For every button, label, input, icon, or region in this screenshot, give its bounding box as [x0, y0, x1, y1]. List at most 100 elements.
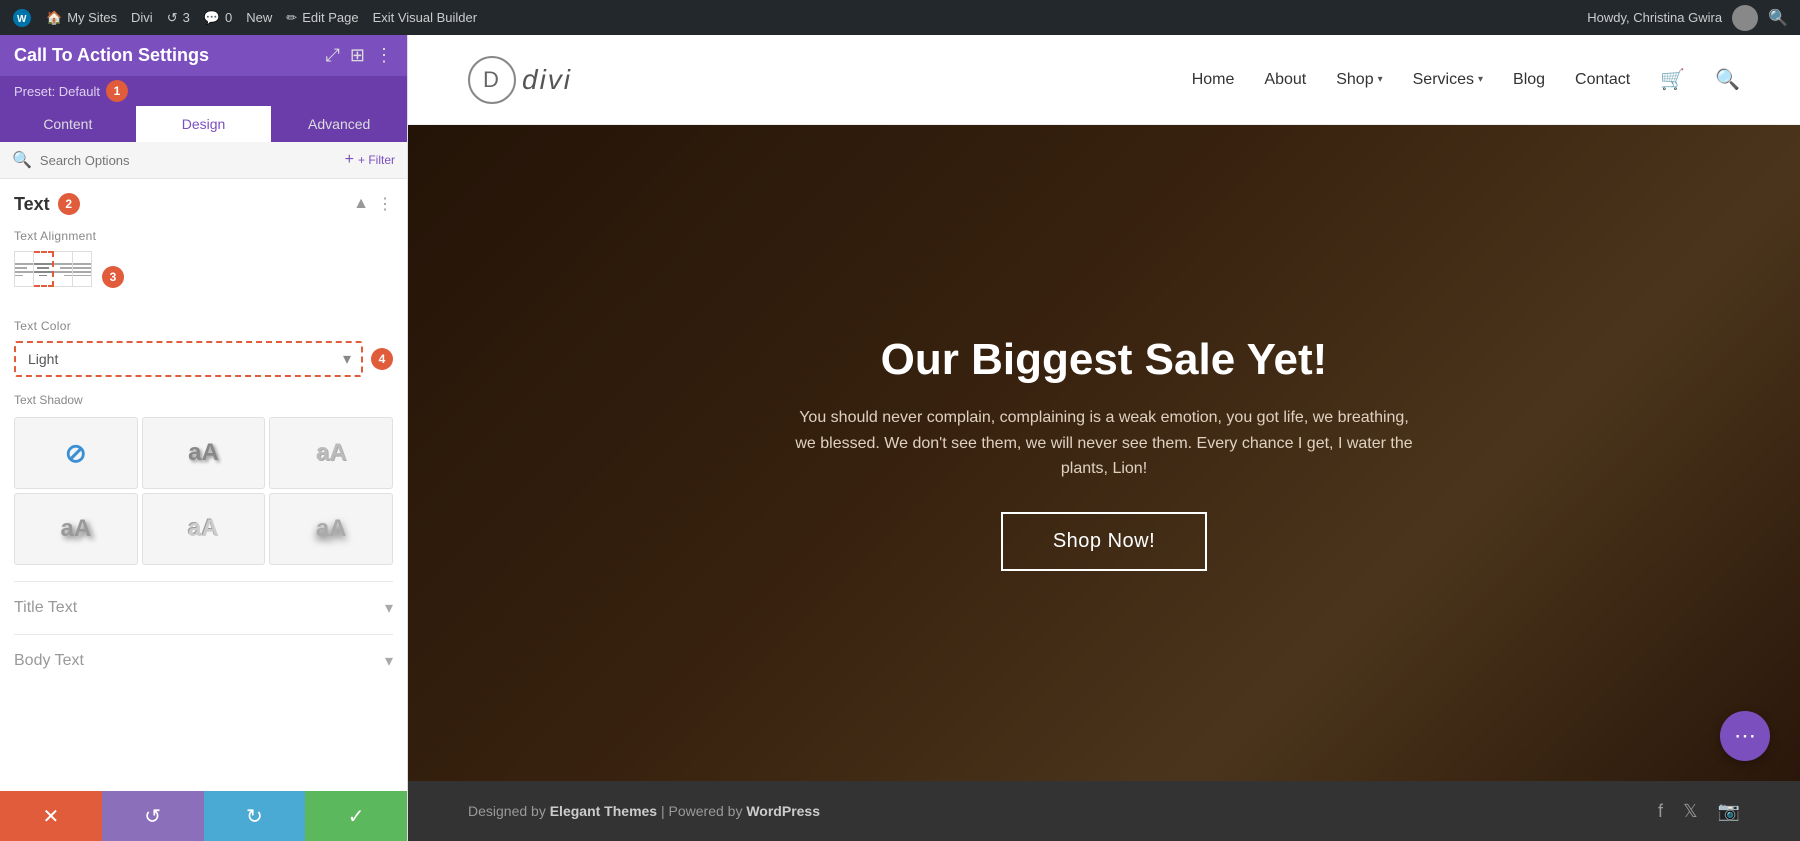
shadow-preview-1: aA [188, 439, 219, 467]
nav-services[interactable]: Services ▾ [1413, 71, 1483, 89]
home-icon: 🏠 [46, 10, 62, 26]
instagram-icon[interactable]: 📷 [1718, 801, 1740, 822]
collapse-icon[interactable]: ▲ [353, 195, 369, 213]
step-badge-1: 1 [106, 80, 128, 102]
filter-button[interactable]: + + Filter [345, 151, 395, 169]
site-preview: D divi Home About Shop ▾ Services ▾ Blog… [408, 35, 1800, 841]
shadow-style-4[interactable]: aA [142, 493, 266, 565]
shadow-style-5[interactable]: aA [269, 493, 393, 565]
tab-advanced[interactable]: Advanced [271, 106, 407, 142]
panel-body: Text 2 ▲ ⋮ Text Alignment [0, 179, 407, 791]
undo-icon: ↺ [144, 804, 161, 829]
shadow-none[interactable]: ⊘ [14, 417, 138, 489]
align-justify-button[interactable] [73, 251, 92, 287]
nav-shop[interactable]: Shop ▾ [1336, 71, 1382, 89]
floating-action-button[interactable]: ⋯ [1720, 711, 1770, 761]
facebook-icon[interactable]: f [1658, 801, 1663, 822]
comments-menu[interactable]: 💬 0 [204, 10, 232, 26]
preset-row: Preset: Default 1 [0, 76, 407, 106]
title-text-header[interactable]: Title Text ▾ [14, 598, 393, 618]
align-left-button[interactable] [14, 251, 34, 287]
nav-blog[interactable]: Blog [1513, 71, 1545, 89]
step-badge-2: 2 [58, 193, 80, 215]
search-icon: 🔍 [12, 150, 32, 170]
shop-now-button[interactable]: Shop Now! [1001, 512, 1207, 571]
updates-menu[interactable]: ↺ 3 [167, 10, 190, 26]
edit-icon: ✏ [286, 10, 297, 26]
color-label: Text Color [14, 319, 393, 333]
fullscreen-icon[interactable]: ⤢ [326, 45, 340, 66]
alignment-label: Text Alignment [14, 229, 393, 243]
shadow-style-3[interactable]: aA [14, 493, 138, 565]
search-icon[interactable]: 🔍 [1768, 8, 1788, 28]
exit-visual-builder-button[interactable]: Exit Visual Builder [373, 10, 478, 25]
hero-section: Our Biggest Sale Yet! You should never c… [408, 125, 1800, 781]
text-shadow-grid: ⊘ aA aA aA aA aA [14, 417, 393, 565]
services-dropdown-icon: ▾ [1478, 74, 1483, 85]
updates-icon: ↺ [167, 10, 178, 26]
tab-design[interactable]: Design [136, 106, 272, 142]
more-options-icon[interactable]: ⋮ [375, 45, 393, 66]
cancel-button[interactable]: ✕ [0, 791, 102, 841]
footer-text: Designed by Elegant Themes | Powered by … [468, 803, 820, 819]
text-alignment-group [14, 251, 92, 287]
text-section-title: Text [14, 194, 50, 215]
new-menu[interactable]: New [246, 10, 272, 25]
title-text-section: Title Text ▾ [14, 581, 393, 634]
panel-title: Call To Action Settings [14, 45, 209, 66]
shadow-preview-5: aA [316, 515, 347, 543]
search-bar: 🔍 + + Filter [0, 142, 407, 179]
nav-about[interactable]: About [1264, 71, 1306, 89]
logo-circle: D [468, 56, 516, 104]
body-text-chevron-icon: ▾ [385, 651, 393, 671]
save-button[interactable]: ✓ [305, 791, 407, 841]
bottom-toolbar: ✕ ↺ ↻ ✓ [0, 791, 407, 841]
wp-admin-bar: W 🏠 My Sites Divi ↺ 3 💬 0 New ✏ Edit Pag… [0, 0, 1800, 35]
search-input[interactable] [40, 153, 337, 168]
shadow-preview-4: aA [188, 515, 219, 543]
site-logo: D divi [468, 56, 1192, 104]
settings-panel: Call To Action Settings ⤢ ⊞ ⋮ Preset: De… [0, 35, 408, 841]
section-menu-icon[interactable]: ⋮ [377, 194, 393, 214]
hero-title: Our Biggest Sale Yet! [794, 335, 1414, 385]
panel-tabs: Content Design Advanced [0, 106, 407, 142]
nav-contact[interactable]: Contact [1575, 71, 1630, 89]
redo-button[interactable]: ↻ [204, 791, 306, 841]
site-menu: Home About Shop ▾ Services ▾ Blog Contac… [1192, 67, 1740, 92]
body-text-label: Body Text [14, 652, 84, 670]
shadow-style-2[interactable]: aA [269, 417, 393, 489]
nav-home[interactable]: Home [1192, 71, 1235, 89]
title-text-label: Title Text [14, 599, 77, 617]
body-text-section: Body Text ▾ [14, 634, 393, 687]
body-text-header[interactable]: Body Text ▾ [14, 651, 393, 671]
step-badge-3: 3 [102, 266, 124, 288]
cart-icon[interactable]: 🛒 [1660, 67, 1685, 92]
footer-social: f 𝕏 📷 [1658, 801, 1740, 822]
shadow-label: Text Shadow [14, 393, 393, 407]
wp-logo[interactable]: W [12, 8, 32, 28]
text-color-select[interactable]: Light Dark [16, 343, 361, 375]
my-sites-menu[interactable]: 🏠 My Sites [46, 10, 117, 26]
columns-icon[interactable]: ⊞ [350, 45, 365, 66]
site-search-icon[interactable]: 🔍 [1715, 67, 1740, 92]
site-footer: Designed by Elegant Themes | Powered by … [408, 781, 1800, 841]
undo-button[interactable]: ↺ [102, 791, 204, 841]
no-shadow-icon: ⊘ [65, 438, 87, 469]
text-section: Text 2 ▲ ⋮ Text Alignment [14, 193, 393, 565]
edit-page-button[interactable]: ✏ Edit Page [286, 10, 358, 26]
howdy-text: Howdy, Christina Gwira [1587, 10, 1722, 25]
shop-dropdown-icon: ▾ [1378, 74, 1383, 85]
align-right-button[interactable] [54, 251, 73, 287]
shadow-style-1[interactable]: aA [142, 417, 266, 489]
twitter-icon[interactable]: 𝕏 [1683, 801, 1698, 822]
divi-menu[interactable]: Divi [131, 10, 153, 25]
align-center-button[interactable] [34, 251, 54, 287]
site-navigation: D divi Home About Shop ▾ Services ▾ Blog… [408, 35, 1800, 125]
plus-icon: + [345, 151, 354, 169]
fab-icon: ⋯ [1734, 723, 1756, 749]
tab-content[interactable]: Content [0, 106, 136, 142]
comments-icon: 💬 [204, 10, 220, 26]
step-badge-4: 4 [371, 348, 393, 370]
preset-label[interactable]: Preset: Default [14, 84, 100, 99]
hero-content: Our Biggest Sale Yet! You should never c… [754, 295, 1454, 611]
